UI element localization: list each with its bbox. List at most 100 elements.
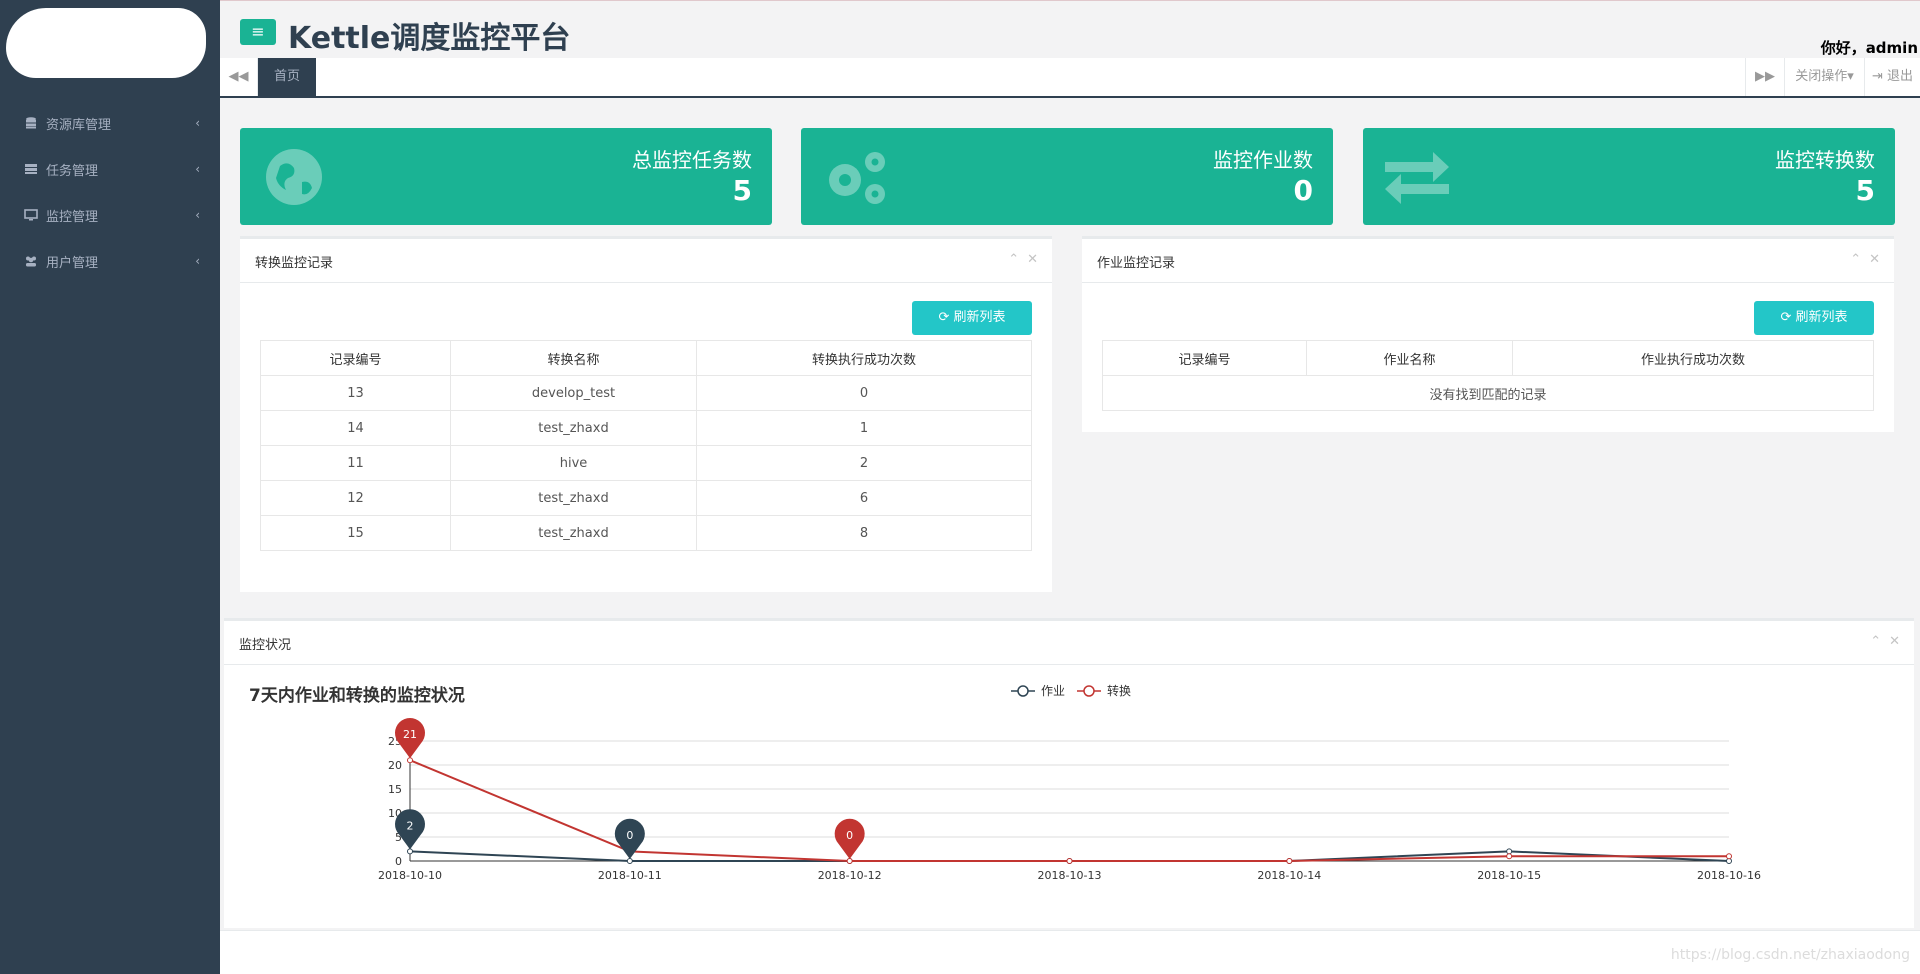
column-header[interactable]: 记录编号 <box>1102 340 1307 376</box>
table-row[interactable]: 11 hive 2 <box>260 445 1032 481</box>
data-point <box>1506 848 1513 855</box>
panel-header: 监控状况 ⌃ ✕ <box>224 621 1914 665</box>
stat-label: 总监控任务数 <box>632 148 752 172</box>
panel-tools: ⌃ ✕ <box>1862 634 1900 649</box>
sidebar-item-tasks[interactable]: 任务管理 ‹ <box>0 146 220 192</box>
table-header-row: 记录编号 转换名称 转换执行成功次数 <box>260 340 1032 376</box>
sign-out-icon: ⇥ <box>1871 69 1883 84</box>
sidebar-item-repository[interactable]: 资源库管理 ‹ <box>0 100 220 146</box>
cell-count: 8 <box>696 515 1032 551</box>
sidebar-item-label: 用户管理 <box>46 255 99 271</box>
logout-button[interactable]: ⇥ 退出 <box>1865 58 1920 96</box>
collapse-icon[interactable]: ⌃ <box>1870 634 1881 649</box>
sidebar: 资源库管理 ‹ 任务管理 ‹ 监控管理 ‹ 用户管理 ‹ <box>0 0 220 974</box>
refresh-list-button[interactable]: ⟳ 刷新列表 <box>912 301 1032 335</box>
job-monitor-panel: 作业监控记录 ⌃ ✕ ⟳ 刷新列表 记录编号 作业名称 作业执行成功次数 没有找到… <box>1082 236 1894 432</box>
footer: https://blog.csdn.net/zhaxiaodong <box>220 930 1920 974</box>
exchange-icon <box>1385 152 1449 204</box>
close-icon[interactable]: ✕ <box>1889 634 1900 649</box>
chevron-left-icon: ‹ <box>195 254 200 268</box>
refresh-label: 刷新列表 <box>953 310 1006 325</box>
table-row[interactable]: 14 test_zhaxd 1 <box>260 410 1032 446</box>
close-operations-dropdown[interactable]: 关闭操作▾ <box>1785 58 1865 96</box>
chart-title: 7天内作业和转换的监控状况 <box>249 685 465 706</box>
sidebar-item-users[interactable]: 用户管理 ‹ <box>0 238 220 284</box>
stat-value: 0 <box>1293 174 1313 207</box>
refresh-icon: ⟳ <box>1780 310 1792 325</box>
table-row[interactable]: 13 develop_test 0 <box>260 375 1032 411</box>
stat-value: 5 <box>1855 174 1875 207</box>
stat-label: 监控作业数 <box>1213 148 1313 172</box>
chart-series <box>407 757 1732 864</box>
column-header[interactable]: 转换执行成功次数 <box>696 340 1032 376</box>
cell-id: 14 <box>260 410 451 446</box>
monitor-status-panel: 监控状况 ⌃ ✕ 7天内作业和转换的监控状况 作业 转换 0 5 10 15 20 25 201… <box>224 618 1914 928</box>
column-header[interactable]: 作业执行成功次数 <box>1512 340 1874 376</box>
sidebar-item-label: 监控管理 <box>46 209 99 225</box>
app-title: Kettle调度监控平台 <box>288 21 571 56</box>
series-line <box>409 759 1729 862</box>
cell-name: test_zhaxd <box>450 410 697 446</box>
x-tick-label: 2018-10-13 <box>1038 869 1102 882</box>
stat-card-jobs: 监控作业数 0 <box>801 128 1333 225</box>
column-header[interactable]: 转换名称 <box>450 340 697 376</box>
logo <box>6 8 206 78</box>
panel-title: 监控状况 <box>239 638 292 653</box>
stat-card-transforms: 监控转换数 5 <box>1363 128 1895 225</box>
users-icon <box>26 256 36 267</box>
database-icon <box>26 117 36 129</box>
cell-id: 12 <box>260 480 451 516</box>
tab-scroll-left-button[interactable]: ◀◀ <box>220 58 258 96</box>
tab-home[interactable]: 首页 <box>258 58 316 96</box>
y-tick-label: 15 <box>388 783 402 796</box>
tab-bar: ◀◀ 首页 ▶▶ 关闭操作▾ ⇥ 退出 <box>220 58 1920 98</box>
user-greeting: 你好，admin <box>1820 39 1918 57</box>
data-point <box>626 858 633 864</box>
caret-down-icon: ▾ <box>1847 69 1854 84</box>
panel-header: 转换监控记录 ⌃ ✕ <box>240 239 1052 283</box>
data-point <box>1286 858 1293 864</box>
cell-count: 6 <box>696 480 1032 516</box>
table-row[interactable]: 12 test_zhaxd 6 <box>260 480 1032 516</box>
sidebar-item-monitor[interactable]: 监控管理 ‹ <box>0 192 220 238</box>
legend-marker <box>1017 685 1029 697</box>
table-row[interactable]: 15 test_zhaxd 8 <box>260 515 1032 551</box>
x-tick-label: 2018-10-11 <box>598 869 662 882</box>
close-icon[interactable]: ✕ <box>1869 252 1880 267</box>
watermark-text: https://blog.csdn.net/zhaxiaodong <box>1670 947 1910 963</box>
sidebar-item-label: 资源库管理 <box>46 117 112 133</box>
cell-name: test_zhaxd <box>450 515 697 551</box>
cell-name: hive <box>450 445 697 481</box>
menu-toggle-button[interactable]: ≡ <box>240 19 276 45</box>
backward-icon: ◀◀ <box>228 69 249 84</box>
sidebar-nav: 资源库管理 ‹ 任务管理 ‹ 监控管理 ‹ 用户管理 ‹ <box>0 100 220 284</box>
collapse-icon[interactable]: ⌃ <box>1850 252 1861 267</box>
chevron-left-icon: ‹ <box>195 208 200 222</box>
marker-label: 0 <box>846 829 853 842</box>
bars-icon: ≡ <box>251 22 265 41</box>
data-point <box>1506 853 1513 860</box>
data-point <box>407 757 413 764</box>
chart-legend: 作业 转换 <box>1011 683 1131 698</box>
gears-icon <box>829 152 885 204</box>
stat-label: 监控转换数 <box>1775 148 1875 172</box>
tab-scroll-right-button[interactable]: ▶▶ <box>1745 58 1785 96</box>
close-icon[interactable]: ✕ <box>1027 252 1038 267</box>
collapse-icon[interactable]: ⌃ <box>1008 252 1019 267</box>
refresh-list-button[interactable]: ⟳ 刷新列表 <box>1754 301 1874 335</box>
top-header: ≡ Kettle调度监控平台 你好，admin <box>220 0 1920 58</box>
y-tick-label: 0 <box>395 855 402 868</box>
stat-value: 5 <box>732 174 752 207</box>
panel-title: 转换监控记录 <box>255 256 334 271</box>
data-point <box>846 858 853 864</box>
chevron-left-icon: ‹ <box>195 116 200 130</box>
column-header[interactable]: 记录编号 <box>260 340 451 376</box>
refresh-icon: ⟳ <box>938 310 950 325</box>
column-header[interactable]: 作业名称 <box>1306 340 1513 376</box>
x-tick-label: 2018-10-15 <box>1477 869 1541 882</box>
transform-monitor-panel: 转换监控记录 ⌃ ✕ ⟳ 刷新列表 记录编号 转换名称 转换执行成功次数 13 de… <box>240 236 1052 592</box>
sidebar-item-label: 任务管理 <box>46 163 99 179</box>
tasks-icon <box>25 164 37 174</box>
data-point <box>407 848 413 855</box>
globe-icon <box>266 149 322 205</box>
